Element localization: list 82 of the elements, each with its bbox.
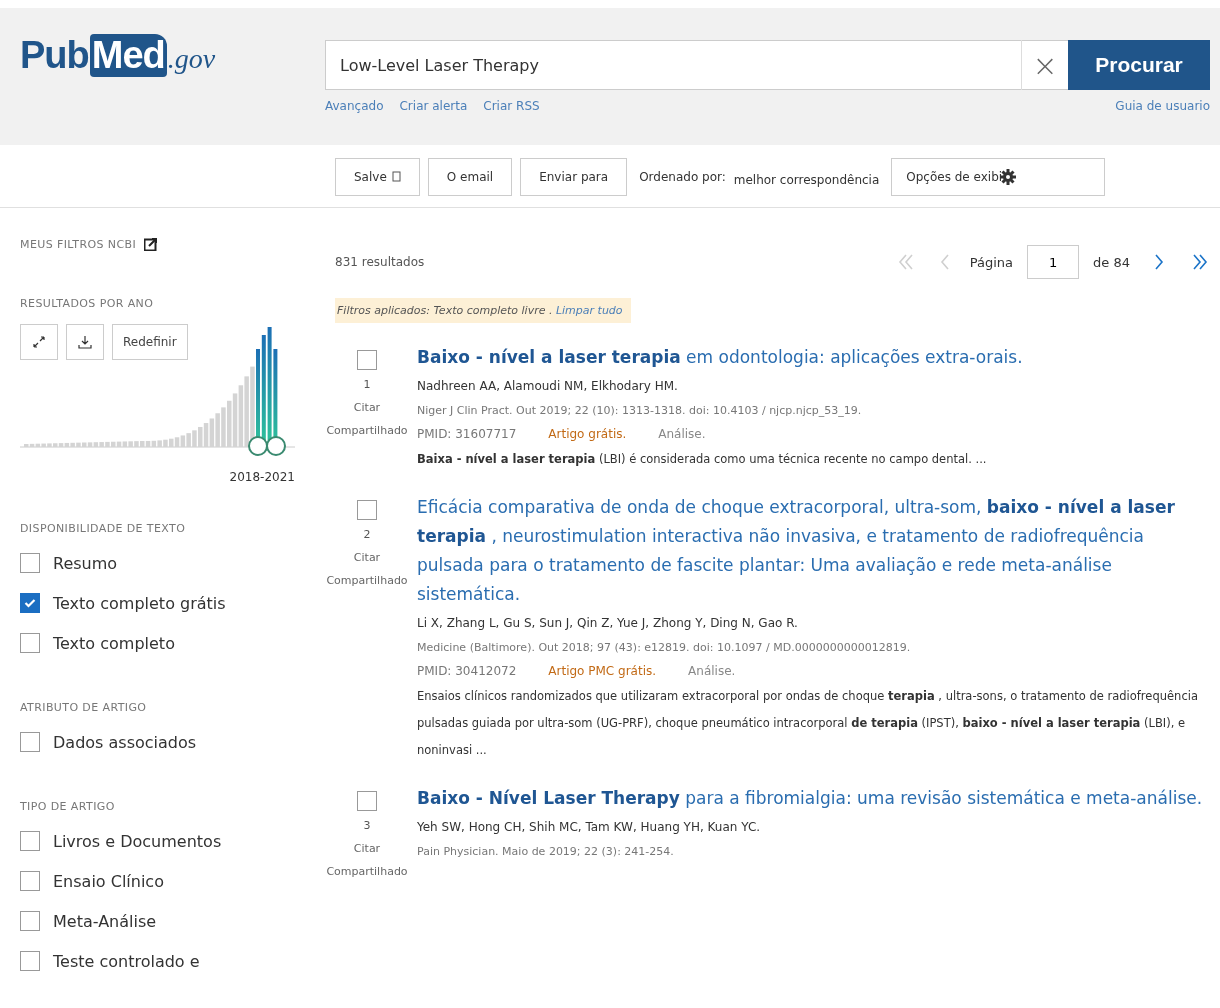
header-link[interactable]: Avançado [325, 99, 384, 113]
checkbox[interactable] [20, 593, 40, 613]
filter-label[interactable]: Teste controlado e [53, 951, 200, 971]
checkbox[interactable] [20, 732, 40, 752]
external-link-icon [144, 238, 158, 251]
search-button[interactable]: Procurar [1068, 40, 1210, 90]
page-number-field[interactable]: 1 [1027, 245, 1080, 279]
share-link[interactable]: Compartilhado [326, 424, 408, 437]
filter-label[interactable]: Resumo [53, 553, 118, 573]
snippet-text: Ensaios clínicos randomizados que utilizaram extracorporal por ondas de choque terapia , ultra-sons, o tratamento de radiofrequência pulsadas guiada por ultra-som (UG-PRF), choque pneumático intracorporal de terapia (IPST), baixo - nível a laser terapia (LBI), e noninvasi ... [417, 688, 1199, 759]
pmid-text: PMID: 30412072 [417, 663, 517, 680]
section-heading: MEUS FILTROS NCBI [20, 238, 137, 251]
section-heading: DISPONIBILIDADE DE TEXTO [20, 522, 187, 535]
citation-text: Niger J Clin Pract. Out 2019; 22 (10): 1313-1318. doi: 10.4103 / njcp.njcp_53_19. [417, 403, 863, 419]
free-article-label: Artigo grátis. [548, 426, 627, 443]
clear-all-link[interactable]: Limpar tudo [552, 304, 623, 317]
page-label: Página [969, 254, 1014, 270]
user-guide-link[interactable]: Guia de usuario [1115, 99, 1210, 113]
share-link[interactable]: Compartilhado [326, 865, 408, 878]
sort-dropdown[interactable]: melhor correspondência [733, 172, 880, 187]
checkmark-icon [24, 598, 36, 608]
filter-label[interactable]: Ensaio Clínico [53, 871, 164, 891]
section-heading: TIPO DE ARTIGO [20, 800, 116, 813]
result-title-link[interactable]: Baixo - nível a laser terapia em odontologia: aplicações extra-orais. [417, 343, 1210, 372]
save-button[interactable]: Salve [335, 157, 420, 196]
header-link[interactable]: Criar RSS [483, 99, 540, 113]
section-heading: RESULTADOS POR ANO [20, 297, 155, 310]
pmid-text: PMID: 31607717 [417, 426, 517, 443]
filter-label[interactable]: Texto completo grátis [53, 593, 226, 613]
filter-label[interactable]: Dados associados [53, 732, 197, 752]
applied-filters-text: Filtros aplicados: Texto completo livre . [337, 304, 553, 317]
display-options-button[interactable]: Opções de exibi [891, 157, 1106, 196]
checkbox[interactable] [20, 951, 40, 971]
last-page-icon[interactable] [1190, 253, 1210, 271]
cite-link[interactable]: Citar [353, 842, 381, 855]
toolbar-button[interactable]: Enviar para [520, 157, 628, 196]
checkbox[interactable] [20, 553, 40, 573]
checkbox[interactable] [357, 500, 377, 520]
sort-label: Ordenado por: [639, 169, 726, 184]
results-count: 831 resultados [335, 255, 425, 269]
checkbox[interactable] [20, 831, 40, 851]
header-link[interactable]: Criar alerta [399, 99, 468, 113]
authors-text: Li X, Zhang L, Gu S, Sun J, Qin Z, Yue J, Zhong Y, Ding N, Gao R. [417, 615, 799, 632]
authors-text: Yeh SW, Hong CH, Shih MC, Tam KW, Huang YH, Kuan YC. [417, 819, 762, 836]
cite-link[interactable]: Citar [353, 401, 381, 414]
download-button[interactable] [66, 324, 104, 360]
document-icon [391, 171, 401, 182]
citation-text: Pain Physician. Maio de 2019; 22 (3): 241-254. [417, 844, 675, 860]
result-number: 2 [363, 528, 371, 541]
result-title-link[interactable]: Baixo - Nível Laser Therapy para a fibromialgia: uma revisão sistemática e meta-análise. [417, 784, 1210, 813]
expand-button[interactable] [20, 324, 58, 360]
pubmed-logo[interactable]: PubMed.gov [20, 34, 325, 77]
result-number: 1 [363, 378, 371, 391]
search-field[interactable]: Low-Level Laser Therapy × [325, 40, 1068, 90]
toolbar-button[interactable]: O email [427, 157, 513, 196]
publication-type: Análise. [688, 663, 736, 680]
download-icon [78, 335, 92, 349]
checkbox[interactable] [357, 791, 377, 811]
authors-text: Nadhreen AA, Alamoudi NM, Elkhodary HM. [417, 378, 679, 395]
checkbox[interactable] [357, 350, 377, 370]
citation-text: Medicine (Baltimore). Out 2018; 97 (43): e12819. doi: 10.1097 / MD.0000000000012819. [417, 640, 912, 656]
year-range-label: 2018-2021 [228, 470, 295, 484]
page-total: de 84 [1093, 254, 1130, 270]
range-handle[interactable] [266, 436, 286, 456]
filter-label[interactable]: Meta-Análise [53, 911, 157, 931]
checkbox[interactable] [20, 871, 40, 891]
settings-icon [1000, 168, 1017, 185]
section-heading: ATRIBUTO DE ARTIGO [20, 701, 148, 714]
result-title-link[interactable]: Eficácia comparativa de onda de choque extracorporal, ultra-som, baixo - nível a laser terapia , neurostimulation interactiva não invasiva, e tratamento de radiofrequência pulsada para o tratamento de fascite plantar: Uma avaliação e rede meta-análise sistemática. [417, 493, 1210, 609]
filter-label[interactable]: Texto completo [53, 633, 175, 653]
free-article-label: Artigo PMC grátis. [548, 663, 657, 680]
checkbox[interactable] [20, 633, 40, 653]
share-link[interactable]: Compartilhado [326, 574, 408, 587]
checkbox[interactable] [20, 911, 40, 931]
range-handle[interactable] [248, 436, 268, 456]
publication-type: Análise. [658, 426, 706, 443]
cite-link[interactable]: Citar [353, 551, 381, 564]
expand-icon [33, 336, 45, 348]
result-number: 3 [363, 819, 371, 832]
reset-button[interactable]: Redefinir [112, 324, 188, 360]
snippet-text: Baixa - nível a laser terapia (LBI) é considerada como uma técnica recente no campo dental. ... [417, 451, 988, 468]
filter-label[interactable]: Livros e Documentos [53, 831, 222, 851]
